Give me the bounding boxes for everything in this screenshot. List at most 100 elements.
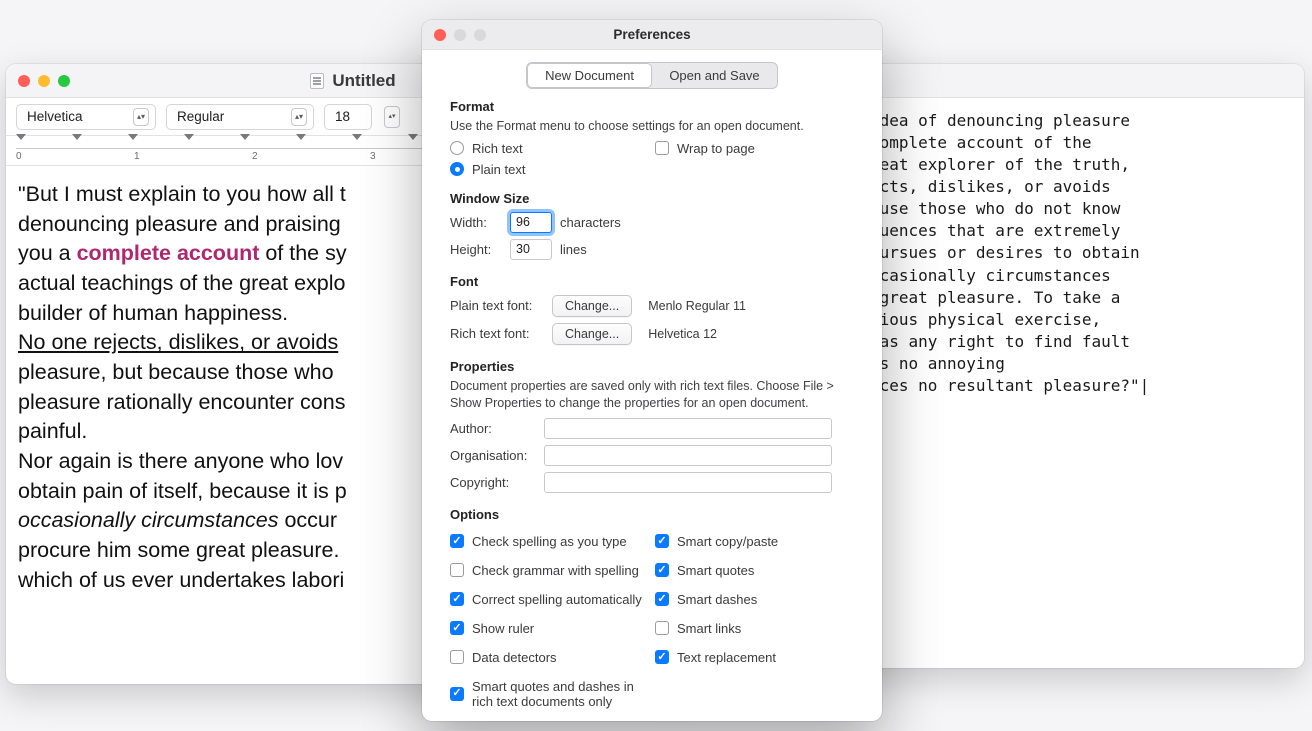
close-icon[interactable]	[434, 29, 446, 41]
body-line: actual teachings of the great explo	[18, 271, 346, 295]
checkbox-correct-spelling[interactable]: Correct spelling automatically	[450, 592, 655, 607]
checkbox-check-spelling[interactable]: Check spelling as you type	[450, 534, 655, 549]
checkbox-smart-copy-paste[interactable]: Smart copy/paste	[655, 534, 860, 549]
left-traffic-lights	[18, 75, 70, 87]
width-field[interactable]: 96	[510, 212, 552, 233]
checkbox-text-replacement[interactable]: Text replacement	[655, 650, 860, 665]
ruler-label: 2	[252, 151, 258, 162]
ruler-label: 3	[370, 151, 376, 162]
tabstop-icon[interactable]	[16, 134, 26, 140]
chevron-updown-icon: ▴▾	[133, 108, 149, 126]
change-rich-font-button[interactable]: Change...	[552, 323, 632, 345]
author-label: Author:	[450, 421, 536, 436]
body-line: obtain pain of itself, because it is p	[18, 479, 347, 503]
font-style-value: Regular	[177, 109, 224, 124]
radio-label: Plain text	[472, 162, 525, 177]
checkbox-label: Wrap to page	[677, 141, 755, 156]
checkbox-icon	[655, 650, 669, 664]
checkbox-icon	[450, 687, 464, 701]
minimize-icon[interactable]	[38, 75, 50, 87]
body-line: which of us ever undertakes labori	[18, 568, 344, 592]
checkbox-label: Smart dashes	[677, 592, 757, 607]
properties-hint: Document properties are saved only with …	[450, 378, 860, 412]
font-style-select[interactable]: Regular ▴▾	[166, 104, 314, 130]
body-line: painful.	[18, 419, 87, 443]
radio-plain-text[interactable]: Plain text	[450, 162, 655, 177]
prefs-tab-switcher: New Document Open and Save	[526, 62, 778, 89]
font-size-stepper[interactable]: ▴▾	[384, 106, 400, 128]
organisation-field[interactable]	[544, 445, 832, 466]
change-plain-font-button[interactable]: Change...	[552, 295, 632, 317]
height-unit: lines	[560, 242, 587, 257]
width-unit: characters	[560, 215, 621, 230]
tabstop-icon[interactable]	[72, 134, 82, 140]
rich-font-value: Helvetica 12	[648, 327, 717, 341]
tabstop-icon[interactable]	[128, 134, 138, 140]
plain-font-label: Plain text font:	[450, 298, 544, 313]
tab-new-document[interactable]: New Document	[527, 63, 652, 88]
checkbox-data-detectors[interactable]: Data detectors	[450, 650, 655, 665]
checkbox-wrap-to-page[interactable]: Wrap to page	[655, 141, 860, 156]
prefs-body: Format Use the Format menu to choose set…	[422, 99, 882, 721]
plain-font-value: Menlo Regular 11	[648, 299, 746, 313]
checkbox-label: Smart quotes and dashes in rich text doc…	[472, 679, 655, 709]
checkbox-icon	[655, 563, 669, 577]
format-heading: Format	[450, 99, 860, 114]
prefs-title: Preferences	[613, 27, 690, 42]
tabstop-icon[interactable]	[184, 134, 194, 140]
tab-open-and-save[interactable]: Open and Save	[652, 63, 777, 88]
body-line: builder of human happiness.	[18, 301, 288, 325]
checkbox-label: Show ruler	[472, 621, 534, 636]
radio-rich-text[interactable]: Rich text	[450, 141, 655, 156]
maximize-icon	[474, 29, 486, 41]
checkbox-label: Smart copy/paste	[677, 534, 778, 549]
checkbox-smart-dashes[interactable]: Smart dashes	[655, 592, 860, 607]
prefs-titlebar[interactable]: Preferences	[422, 20, 882, 50]
checkbox-icon	[450, 563, 464, 577]
copyright-label: Copyright:	[450, 475, 536, 490]
prefs-traffic-lights	[434, 29, 486, 41]
underlined-text: No one rejects, dislikes, or avoids	[18, 330, 338, 354]
options-heading: Options	[450, 507, 860, 522]
organisation-label: Organisation:	[450, 448, 536, 463]
checkbox-label: Check grammar with spelling	[472, 563, 639, 578]
radio-label: Rich text	[472, 141, 523, 156]
close-icon[interactable]	[18, 75, 30, 87]
font-family-select[interactable]: Helvetica ▴▾	[16, 104, 156, 130]
tabstop-icon[interactable]	[408, 134, 418, 140]
checkbox-smart-quotes[interactable]: Smart quotes	[655, 563, 860, 578]
author-field[interactable]	[544, 418, 832, 439]
checkbox-icon	[655, 621, 669, 635]
highlighted-text: complete account	[77, 241, 260, 265]
body-line: Nor again is there anyone who lov	[18, 449, 343, 473]
height-label: Height:	[450, 242, 502, 257]
tabstop-icon[interactable]	[352, 134, 362, 140]
width-label: Width:	[450, 215, 502, 230]
body-line: you a	[18, 241, 77, 265]
checkbox-icon	[655, 592, 669, 606]
minimize-icon	[454, 29, 466, 41]
height-field[interactable]: 30	[510, 239, 552, 260]
checkbox-smart-links[interactable]: Smart links	[655, 621, 860, 636]
checkbox-icon	[450, 621, 464, 635]
window-size-heading: Window Size	[450, 191, 860, 206]
document-icon	[310, 73, 324, 89]
font-size-value: 18	[335, 109, 350, 124]
italic-text: occasionally circumstances	[18, 508, 279, 532]
checkbox-check-grammar[interactable]: Check grammar with spelling	[450, 563, 655, 578]
copyright-field[interactable]	[544, 472, 832, 493]
body-line: "But I must explain to you how all t	[18, 182, 346, 206]
checkbox-icon	[450, 534, 464, 548]
checkbox-smart-rich-only[interactable]: Smart quotes and dashes in rich text doc…	[450, 679, 655, 709]
font-size-field[interactable]: 18	[324, 104, 372, 130]
checkbox-label: Data detectors	[472, 650, 557, 665]
font-family-value: Helvetica	[27, 109, 83, 124]
tabstop-icon[interactable]	[296, 134, 306, 140]
body-line: of the sy	[259, 241, 346, 265]
body-line: denouncing pleasure and praising	[18, 212, 341, 236]
checkbox-show-ruler[interactable]: Show ruler	[450, 621, 655, 636]
tabstop-icon[interactable]	[240, 134, 250, 140]
body-line: procure him some great pleasure.	[18, 538, 339, 562]
maximize-icon[interactable]	[58, 75, 70, 87]
properties-heading: Properties	[450, 359, 860, 374]
